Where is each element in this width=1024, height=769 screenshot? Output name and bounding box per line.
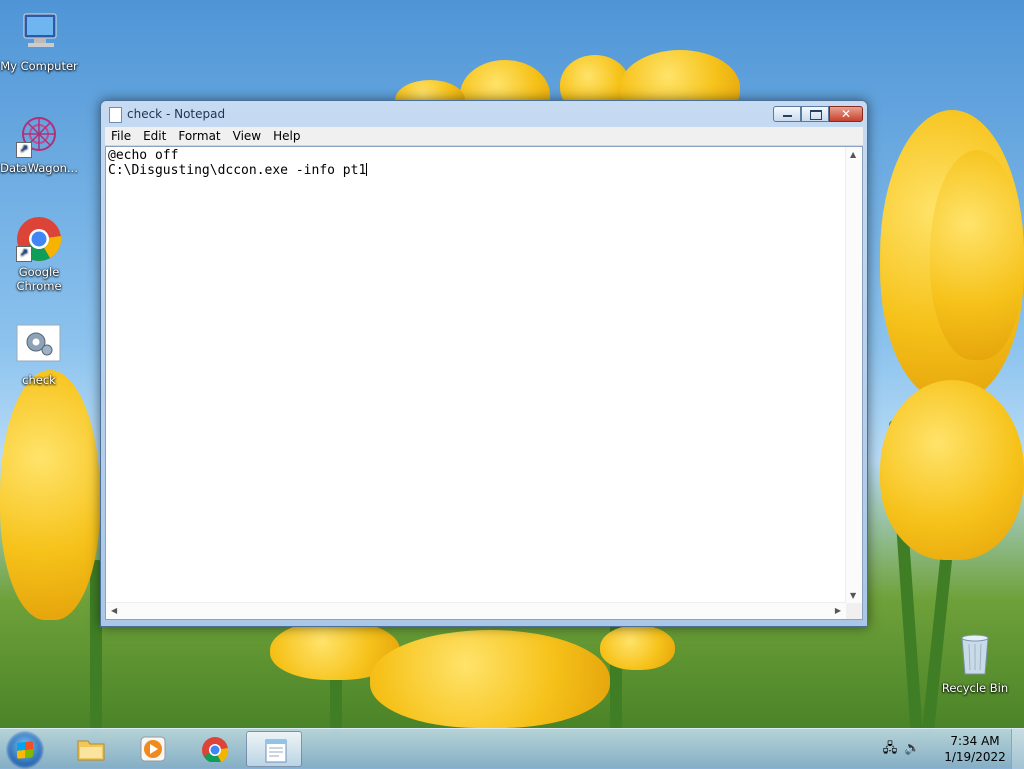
text-line: @echo off bbox=[108, 148, 179, 163]
desktop-icon-my-computer[interactable]: My Computer bbox=[0, 10, 78, 73]
menu-view[interactable]: View bbox=[227, 127, 267, 143]
menu-edit[interactable]: Edit bbox=[137, 127, 172, 143]
windows-start-icon bbox=[17, 741, 33, 759]
size-grip[interactable] bbox=[846, 603, 862, 619]
horizontal-scrollbar[interactable]: ◀ ▶ bbox=[106, 602, 846, 619]
desktop-icon-check[interactable]: check bbox=[0, 324, 78, 387]
scroll-right-icon[interactable]: ▶ bbox=[835, 606, 841, 615]
notepad-icon bbox=[109, 107, 122, 123]
taskbar-chrome-button[interactable] bbox=[186, 731, 242, 767]
close-icon: ✕ bbox=[840, 107, 852, 121]
menu-help[interactable]: Help bbox=[267, 127, 306, 143]
text-editor[interactable]: @echo off C:\Disgusting\dccon.exe -info … bbox=[105, 146, 863, 620]
start-button[interactable] bbox=[6, 731, 44, 769]
shortcut-arrow-icon: ↗ bbox=[16, 246, 32, 262]
taskbar-explorer-button[interactable] bbox=[62, 731, 118, 767]
menu-file[interactable]: File bbox=[105, 127, 137, 143]
vertical-scrollbar[interactable]: ▲ ▼ bbox=[845, 147, 862, 603]
clock-time: 7:34 AM bbox=[950, 734, 1000, 748]
network-icon[interactable]: 🖧 bbox=[882, 741, 898, 757]
desktop-icon-google-chrome[interactable]: ↗ Google Chrome bbox=[0, 216, 78, 293]
desktop-icon-label: check bbox=[22, 373, 56, 387]
text-caret bbox=[366, 163, 368, 176]
computer-icon bbox=[16, 10, 62, 56]
chrome-icon bbox=[202, 737, 229, 762]
recycle-bin-icon bbox=[952, 632, 998, 678]
taskbar-media-player-button[interactable] bbox=[124, 731, 180, 767]
close-button[interactable]: ✕ bbox=[829, 106, 863, 122]
desktop-icon-recycle-bin[interactable]: Recycle Bin bbox=[936, 632, 1014, 695]
settings-icon bbox=[16, 324, 62, 370]
scroll-left-icon[interactable]: ◀ bbox=[111, 606, 117, 615]
minimize-button[interactable] bbox=[773, 106, 801, 122]
taskbar-notepad-button[interactable] bbox=[246, 731, 302, 767]
menu-format[interactable]: Format bbox=[172, 127, 226, 143]
desktop-icon-label: Google Chrome bbox=[16, 265, 62, 293]
maximize-button[interactable] bbox=[801, 106, 829, 122]
desktop-icon-label: DataWagon... bbox=[0, 161, 78, 175]
desktop-icon-label: My Computer bbox=[0, 59, 78, 73]
folder-icon bbox=[77, 740, 105, 761]
clock[interactable]: 7:34 AM 1/19/2022 bbox=[940, 733, 1010, 765]
chrome-icon: ↗ bbox=[16, 216, 62, 262]
title-bar[interactable]: check - Notepad ✕ bbox=[101, 101, 867, 127]
datawagon-icon: ↗ bbox=[16, 112, 62, 158]
notepad-window[interactable]: check - Notepad ✕ File Edit Format View Help… bbox=[100, 100, 868, 627]
text-line: C:\Disgusting\dccon.exe -info pt1 bbox=[108, 163, 367, 178]
volume-icon[interactable]: 🔊 bbox=[904, 741, 920, 757]
taskbar: 🖧 🔊 7:34 AM 1/19/2022 bbox=[0, 728, 1024, 769]
notepad-icon bbox=[265, 739, 287, 763]
shortcut-arrow-icon: ↗ bbox=[16, 142, 32, 158]
media-player-icon bbox=[140, 736, 166, 762]
desktop-icon-label: Recycle Bin bbox=[941, 681, 1009, 695]
editor-text[interactable]: @echo off C:\Disgusting\dccon.exe -info … bbox=[108, 148, 368, 178]
show-desktop-button[interactable] bbox=[1011, 729, 1024, 769]
system-tray: 🖧 🔊 7:34 AM 1/19/2022 bbox=[880, 729, 1010, 769]
scroll-up-icon[interactable]: ▲ bbox=[850, 150, 856, 159]
scroll-down-icon[interactable]: ▼ bbox=[850, 591, 856, 600]
clock-date: 1/19/2022 bbox=[944, 750, 1006, 764]
menu-bar: File Edit Format View Help bbox=[105, 127, 863, 145]
desktop-icon-datawagon[interactable]: ↗ DataWagon... bbox=[0, 112, 78, 175]
window-title: check - Notepad bbox=[127, 107, 226, 121]
